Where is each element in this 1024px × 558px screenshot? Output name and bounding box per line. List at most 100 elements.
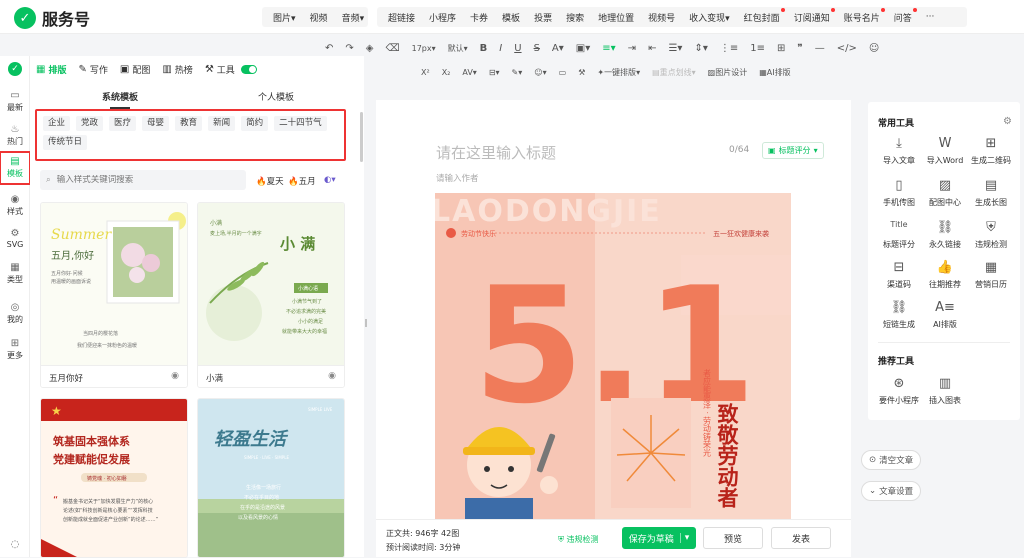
tool-marketing-calendar[interactable]: ▦ 营销日历 (968, 260, 1014, 290)
numbered-list-icon[interactable]: 1≡ (745, 43, 770, 54)
menu-miniprogram[interactable]: 小程序 (422, 11, 463, 24)
menu-more[interactable]: ··· (919, 12, 942, 22)
menu-hyperlink[interactable]: 超链接 (381, 11, 422, 24)
hot-tag-may[interactable]: 🔥五月 (288, 175, 316, 187)
poster-image[interactable]: LAODONGJIE 劳动节快乐 五一狂欢健康来袭 5.1 者应能惠泽 · 劳动… (435, 193, 791, 520)
tool-import-word[interactable]: W 导入Word (922, 136, 968, 166)
tool-past-recommend[interactable]: 👍 往期推荐 (922, 260, 968, 290)
nav-logo[interactable]: ✓ (0, 60, 30, 80)
clear-article-button[interactable]: ⊙ 清空文章 (861, 450, 922, 470)
subtab-personal[interactable]: 个人模板 (258, 90, 294, 103)
search-input[interactable] (56, 175, 227, 185)
tool-picture-center[interactable]: ▨ 配图中心 (922, 178, 968, 208)
divider-icon[interactable]: — (810, 43, 830, 54)
tab-layout[interactable]: ▦ 排版 (36, 63, 66, 76)
nav-mine[interactable]: ◎ 我的 (0, 302, 30, 325)
line-height-icon[interactable]: ☰▾ (663, 43, 687, 54)
tool-import-article[interactable]: ⤓ 导入文章 (876, 136, 922, 166)
toolbox-icon[interactable]: ⚒ (573, 68, 590, 77)
nav-help-icon[interactable]: ◌ (0, 539, 30, 551)
tool-channel-code[interactable]: ⊟ 渠道码 (876, 260, 922, 290)
format-painter-icon[interactable]: ◈ (361, 43, 379, 54)
template-card[interactable]: ★ 筑基固本强体系 党建赋能促发展 铸党魂 · 初心如磐 “ 搬基金书记关于“加… (40, 398, 188, 558)
italic-icon[interactable]: I (494, 43, 507, 54)
menu-search[interactable]: 搜索 (559, 11, 591, 24)
panel-scrollbar[interactable] (360, 112, 363, 162)
save-dropdown-icon[interactable]: ▾ (679, 533, 689, 543)
align-left-icon[interactable]: ≡▾ (597, 43, 620, 54)
category-chip[interactable]: 教育 (175, 116, 203, 131)
nav-svg[interactable]: ⚙ SVG (0, 228, 30, 249)
template-card[interactable]: SIMPLE LIVE 轻盈生活 SIMPLE · LIVE · SIMPLE … (197, 398, 345, 558)
key-divider-button[interactable]: ▤重点划线▾ (647, 67, 701, 78)
save-draft-button[interactable]: 保存为草稿 ▾ (622, 527, 696, 549)
violation-check-button[interactable]: ⛨ 违规检测 (558, 534, 599, 545)
tool-insert-chart[interactable]: ▥ 插入图表 (922, 376, 968, 406)
letter-spacing-icon[interactable]: AV▾ (457, 68, 481, 77)
author-input[interactable]: 请输入作者 (436, 172, 479, 184)
code-icon[interactable]: </> (832, 43, 862, 54)
subscript-icon[interactable]: X₂ (437, 68, 456, 77)
category-chip[interactable]: 新闻 (208, 116, 236, 131)
tool-phone-upload[interactable]: ▯ 手机传图 (876, 178, 922, 208)
menu-qa[interactable]: 问答 (887, 7, 919, 24)
title-score-button[interactable]: ▣ 标题评分 ▾ (762, 142, 824, 159)
template-card[interactable]: Summer 五月,你好 五月你好·问候 用温暖的画面诉说 当四月的樱花落 我们… (40, 202, 188, 388)
ai-layout-button[interactable]: ▦AI排版 (754, 67, 795, 78)
menu-monetize[interactable]: 收入变现▾ (682, 11, 737, 24)
font-family-select[interactable]: 默认▾ (443, 43, 473, 54)
article-settings-button[interactable]: ⌄ 文章设置 (861, 481, 922, 501)
publish-button[interactable]: 发表 (771, 527, 831, 549)
template-card[interactable]: 小满 麦上场,半月的一个满字 小 满 小满心语 小满节气到了 不必追求满的完美 … (197, 202, 345, 388)
menu-template[interactable]: 模板 (495, 11, 527, 24)
indent-icon[interactable]: ⇥ (623, 43, 641, 54)
outdent-icon[interactable]: ⇤ (643, 43, 661, 54)
nav-hot[interactable]: ♨ 热门 (0, 124, 30, 147)
panel-toggle[interactable] (240, 64, 257, 74)
menu-video[interactable]: 视频 (303, 11, 335, 24)
table-icon[interactable]: ⊞ (772, 43, 790, 54)
category-chip[interactable]: 企业 (43, 116, 71, 131)
undo-icon[interactable]: ↶ (320, 43, 338, 54)
underline-icon[interactable]: U (509, 43, 526, 54)
nav-more[interactable]: ⊞ 更多 (0, 338, 30, 361)
border-icon[interactable]: ⊟▾ (484, 68, 505, 77)
superscript-icon[interactable]: X² (416, 68, 435, 77)
resize-handle[interactable]: ‖ (364, 318, 368, 327)
menu-redpacket[interactable]: 红包封面 (737, 7, 787, 24)
preview-eye-icon[interactable]: ◉ (328, 371, 336, 381)
image-design-button[interactable]: ▨图片设计 (703, 67, 753, 78)
menu-vote[interactable]: 投票 (527, 11, 559, 24)
category-chip[interactable]: 简约 (241, 116, 269, 131)
title-input[interactable]: 请在这里输入标题 (436, 142, 556, 163)
menu-image[interactable]: 图片▾ (266, 11, 303, 24)
background-color-icon[interactable]: ▣▾ (571, 43, 595, 54)
redo-icon[interactable]: ↷ (340, 43, 358, 54)
tool-long-image[interactable]: ▤ 生成长图 (968, 178, 1014, 208)
clear-format-icon[interactable]: ⌫ (380, 43, 404, 54)
category-chip[interactable]: 传统节日 (43, 135, 88, 150)
preview-eye-icon[interactable]: ◉ (171, 371, 179, 381)
bold-icon[interactable]: B (475, 43, 493, 54)
emoji2-icon[interactable]: ☺▾ (529, 68, 551, 77)
tool-ai-layout[interactable]: A≡ AI排版 (922, 300, 968, 330)
nav-template[interactable]: ▤ 模板 (0, 151, 31, 185)
settings-gear-icon[interactable]: ⚙ (1003, 116, 1012, 127)
bullet-list-icon[interactable]: ⋮≡ (715, 43, 743, 54)
category-chip[interactable]: 党政 (76, 116, 104, 131)
subtab-system[interactable]: 系统模板 (102, 90, 138, 109)
preview-button[interactable]: 预览 (703, 527, 763, 549)
menu-channels[interactable]: 视频号 (641, 11, 682, 24)
tool-qrcode[interactable]: ⊞ 生成二维码 (968, 136, 1014, 166)
paragraph-spacing-icon[interactable]: ⇕▾ (689, 43, 712, 54)
tab-image[interactable]: ▣ 配图 (120, 63, 150, 76)
font-color-icon[interactable]: A▾ (547, 43, 569, 54)
menu-subscribe[interactable]: 订阅通知 (787, 7, 837, 24)
brand[interactable]: ✓ 服务号 (14, 6, 90, 30)
tool-title-score[interactable]: Title 标题评分 (876, 220, 922, 250)
tool-short-link[interactable]: ⛓ 短链生成 (876, 300, 922, 330)
quote-icon[interactable]: ❞ (792, 43, 807, 54)
emoji-icon[interactable]: ☺ (864, 43, 884, 54)
nav-type[interactable]: ▦ 类型 (0, 262, 30, 285)
nav-latest[interactable]: ▭ 最新 (0, 90, 30, 113)
